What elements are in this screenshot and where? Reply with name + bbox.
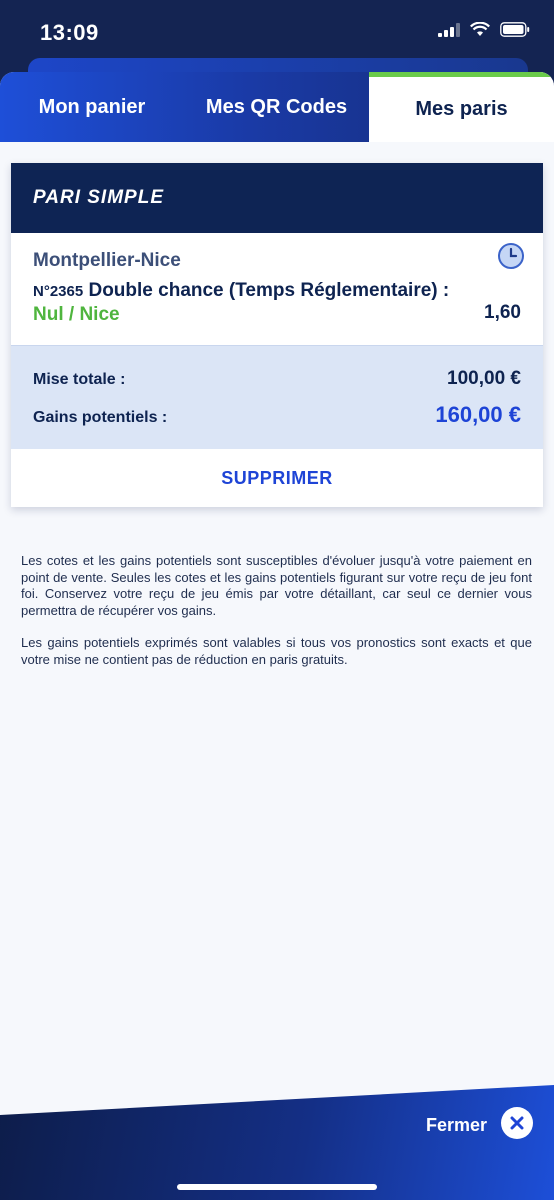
tab-mes-paris[interactable]: Mes paris [369, 72, 554, 142]
stake-label: Mise totale : [33, 371, 126, 388]
clock-icon [498, 243, 524, 269]
bet-description: N°2365 Double chance (Temps Réglementair… [33, 279, 463, 326]
home-indicator [177, 1184, 377, 1190]
bet-card-header: PARI SIMPLE [11, 163, 543, 233]
bet-choice: Nul / Nice [33, 304, 120, 325]
tab-bar: Mon panier Mes QR Codes Mes paris [0, 72, 554, 142]
delete-button[interactable]: SUPPRIMER [11, 449, 543, 507]
battery-icon [500, 22, 530, 37]
close-icon [510, 1116, 524, 1130]
tab-mes-qr-codes[interactable]: Mes QR Codes [184, 72, 369, 142]
bet-details: Montpellier-Nice N°2365 Double chance (T… [11, 233, 543, 345]
gains-label: Gains potentiels : [33, 409, 168, 426]
status-time: 13:09 [40, 20, 99, 45]
disclaimer-paragraph: Les cotes et les gains potentiels sont s… [21, 553, 532, 618]
wifi-icon [470, 22, 490, 36]
status-icons [438, 22, 530, 37]
stake-value: 100,00 € [447, 368, 521, 389]
stake-row: Mise totale : 100,00 € [33, 368, 521, 390]
tab-mon-panier[interactable]: Mon panier [0, 72, 184, 142]
bet-type: Double chance (Temps Réglementaire) : [88, 280, 450, 301]
bet-card: PARI SIMPLE Montpellier-Nice N°2365 Doub… [11, 163, 543, 507]
gains-row: Gains potentiels : 160,00 € [33, 402, 521, 428]
disclaimer: Les cotes et les gains potentiels sont s… [21, 553, 532, 668]
match-name: Montpellier-Nice [33, 250, 181, 271]
close-label[interactable]: Fermer [426, 1115, 487, 1136]
signal-icon [438, 22, 460, 37]
disclaimer-paragraph: Les gains potentiels exprimés sont valab… [21, 635, 532, 667]
gains-value: 160,00 € [435, 402, 521, 427]
bets-sheet: Mon panier Mes QR Codes Mes paris PARI S… [0, 72, 554, 1200]
bet-number: N°2365 [33, 283, 84, 300]
bet-totals: Mise totale : 100,00 € Gains potentiels … [11, 345, 543, 449]
bet-odds: 1,60 [484, 302, 521, 323]
close-button[interactable] [501, 1107, 533, 1139]
